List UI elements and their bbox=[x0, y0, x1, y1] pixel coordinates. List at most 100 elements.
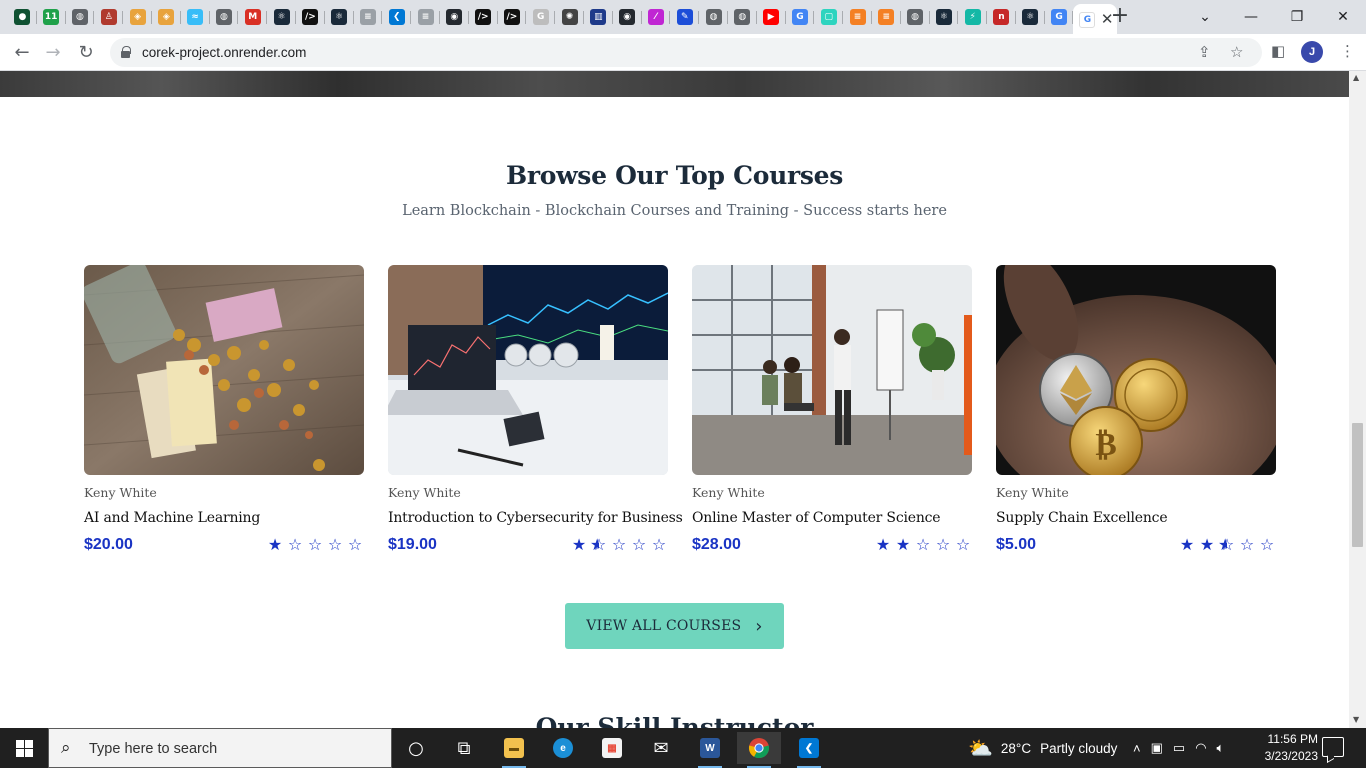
side-panel-icon[interactable]: ◧ bbox=[1271, 42, 1285, 60]
star-empty-icon: ☆ bbox=[1239, 535, 1255, 554]
url-text[interactable]: corek-project.onrender.com bbox=[142, 45, 306, 60]
bookmark-star-icon[interactable]: ☆ bbox=[1230, 43, 1243, 61]
browser-tab[interactable]: /> bbox=[296, 4, 325, 30]
word-icon[interactable]: W bbox=[688, 732, 732, 768]
address-bar[interactable]: corek-project.onrender.com ⇪ ☆ bbox=[110, 38, 1262, 67]
weather-temp: 28°C bbox=[1000, 740, 1032, 756]
stack-favicon-icon: ◈ bbox=[129, 9, 146, 25]
star-filled-icon: ★ bbox=[1179, 535, 1195, 554]
scrollbar-thumb[interactable] bbox=[1352, 423, 1363, 547]
browser-tab[interactable]: ⚛ bbox=[325, 4, 354, 30]
battery-icon[interactable]: ▭ bbox=[1173, 740, 1185, 756]
show-hidden-icons-chevron-icon[interactable]: ˄ bbox=[1133, 741, 1141, 756]
browser-tab[interactable]: n bbox=[987, 4, 1016, 30]
file-explorer-icon[interactable]: ▬ bbox=[492, 732, 536, 768]
taskbar-search-box[interactable]: ⌕ Type here to search bbox=[48, 728, 392, 768]
course-title[interactable]: AI and Machine Learning bbox=[84, 510, 364, 526]
wifi-icon[interactable]: ◠ bbox=[1195, 740, 1206, 756]
view-all-courses-button[interactable]: VIEW ALL COURSES › bbox=[565, 603, 784, 649]
cortana-icon[interactable]: ○ bbox=[394, 732, 438, 764]
profile-avatar[interactable]: J bbox=[1301, 41, 1323, 63]
browser-tab[interactable]: ◍ bbox=[728, 4, 757, 30]
course-card[interactable]: Keny White Introduction to Cybersecurity… bbox=[388, 265, 683, 554]
browser-tab[interactable]: G bbox=[526, 4, 555, 30]
system-clock[interactable]: 11:56 PM 3/23/2023 bbox=[1248, 731, 1318, 765]
start-button[interactable] bbox=[0, 728, 48, 768]
browser-tab[interactable]: ≡ bbox=[843, 4, 872, 30]
course-rating: ★ ☆ ☆ ☆ ☆ bbox=[266, 536, 364, 554]
back-button[interactable]: ← bbox=[9, 39, 35, 65]
volume-icon[interactable]: 🔈︎ bbox=[1217, 740, 1225, 756]
browser-tab[interactable]: ≈ bbox=[181, 4, 210, 30]
browser-tab[interactable]: ⚛ bbox=[267, 4, 296, 30]
scroll-up-arrow-icon[interactable]: ▲ bbox=[1353, 73, 1359, 82]
meet-now-icon[interactable]: ▣ bbox=[1151, 740, 1163, 756]
weather-widget[interactable]: ⛅ 28°C Partly cloudy bbox=[968, 728, 1117, 768]
lock-icon[interactable] bbox=[121, 46, 131, 58]
notification-center-icon[interactable] bbox=[1322, 737, 1344, 757]
browser-tab[interactable]: ◈ bbox=[123, 4, 152, 30]
browser-tab[interactable]: /> bbox=[498, 4, 527, 30]
edge-icon[interactable]: e bbox=[541, 732, 585, 764]
minimize-button[interactable]: — bbox=[1228, 0, 1274, 34]
browser-tab[interactable]: ▶ bbox=[757, 4, 786, 30]
browser-tab[interactable]: ✺ bbox=[555, 4, 584, 30]
browser-tab[interactable]: ≡ bbox=[872, 4, 901, 30]
task-view-icon[interactable]: ⧉ bbox=[442, 732, 486, 764]
tab-list: ● 11 ◍ ♙ ◈ ◈ ≈ ◍ M ⚛ /> ⚛ ≡ ❮ ≡ ◉ /> /> G ✺ ▥ ◉ ⁄ ✎ ◍ ◍ ▶ G ▢ ≡ ≡ ◍ ⚛ ⚡ n ⚛… bbox=[8, 4, 1118, 34]
browser-tab[interactable]: /> bbox=[469, 4, 498, 30]
mail-icon[interactable]: ✉ bbox=[639, 732, 683, 764]
share-icon[interactable]: ⇪ bbox=[1198, 43, 1211, 61]
browser-tab[interactable]: ≡ bbox=[411, 4, 440, 30]
browser-tab[interactable]: ❮ bbox=[382, 4, 411, 30]
course-image-coins[interactable] bbox=[84, 265, 364, 475]
browser-tab[interactable]: ● bbox=[8, 4, 37, 30]
browser-tab[interactable]: ≡ bbox=[354, 4, 383, 30]
page-scrollbar[interactable]: ▲ ▼ bbox=[1349, 71, 1366, 728]
vscode-icon[interactable]: ❮ bbox=[787, 732, 831, 768]
course-title[interactable]: Introduction to Cybersecurity for Busine… bbox=[388, 510, 683, 526]
clock-date: 3/23/2023 bbox=[1264, 749, 1318, 763]
browser-tab[interactable]: 11 bbox=[37, 4, 66, 30]
forward-button[interactable]: → bbox=[40, 39, 66, 65]
browser-tab[interactable]: ◉ bbox=[613, 4, 642, 30]
microsoft-store-icon[interactable]: ▦ bbox=[590, 732, 634, 764]
browser-tab[interactable]: ◍ bbox=[699, 4, 728, 30]
close-window-button[interactable]: ✕ bbox=[1320, 0, 1366, 34]
browser-tab[interactable]: ◈ bbox=[152, 4, 181, 30]
course-card[interactable]: Keny White Online Master of Computer Sci… bbox=[692, 265, 972, 554]
browser-tab[interactable]: ◍ bbox=[66, 4, 95, 30]
browser-tab[interactable]: ⚡ bbox=[958, 4, 987, 30]
reload-button[interactable]: ↻ bbox=[73, 39, 99, 65]
course-image-laptop[interactable] bbox=[388, 265, 668, 475]
browser-tab[interactable]: M bbox=[238, 4, 267, 30]
course-image-crypto[interactable]: ₿ bbox=[996, 265, 1276, 475]
new-tab-button[interactable]: + bbox=[1108, 4, 1132, 28]
browser-tab[interactable]: G bbox=[1045, 4, 1074, 30]
browser-tab[interactable]: ◍ bbox=[901, 4, 930, 30]
star-empty-icon: ☆ bbox=[915, 535, 931, 554]
course-image-classroom[interactable] bbox=[692, 265, 972, 475]
menu-icon[interactable]: ⋮ bbox=[1340, 42, 1355, 60]
browser-tab[interactable]: ✎ bbox=[670, 4, 699, 30]
browser-tab[interactable]: ◉ bbox=[440, 4, 469, 30]
scroll-down-arrow-icon[interactable]: ▼ bbox=[1353, 715, 1359, 724]
browser-tab[interactable]: ⚛ bbox=[1016, 4, 1045, 30]
browser-tab[interactable]: ♙ bbox=[94, 4, 123, 30]
course-title[interactable]: Online Master of Computer Science bbox=[692, 510, 972, 526]
restore-button[interactable]: ❐ bbox=[1274, 0, 1320, 34]
browser-tab[interactable]: ▥ bbox=[584, 4, 613, 30]
course-title[interactable]: Supply Chain Excellence bbox=[996, 510, 1276, 526]
partly-cloudy-icon: ⛅ bbox=[968, 736, 993, 760]
browser-tab[interactable]: ◍ bbox=[210, 4, 239, 30]
browser-tab[interactable]: ⚛ bbox=[930, 4, 959, 30]
browser-tab[interactable]: ▢ bbox=[814, 4, 843, 30]
course-card[interactable]: ₿ Keny White Supply Chain Excellence $5.… bbox=[996, 265, 1276, 554]
section-subtitle: Learn Blockchain - Blockchain Courses an… bbox=[402, 203, 947, 219]
course-rating: ★★★☆☆ bbox=[1178, 535, 1276, 555]
tab-search-dropdown-icon[interactable]: ⌄ bbox=[1182, 0, 1228, 34]
chrome-icon[interactable] bbox=[737, 732, 781, 768]
browser-tab[interactable]: G bbox=[786, 4, 815, 30]
course-card[interactable]: Keny White AI and Machine Learning $20.0… bbox=[84, 265, 364, 554]
browser-tab[interactable]: ⁄ bbox=[642, 4, 671, 30]
